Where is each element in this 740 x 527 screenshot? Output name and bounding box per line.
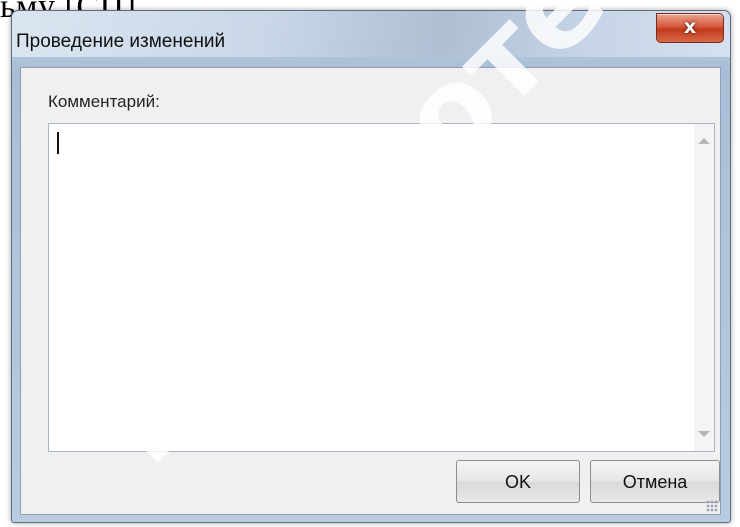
cancel-button[interactable]: Отмена (590, 460, 720, 503)
comment-label: Комментарий: (48, 92, 160, 111)
page: ьму [СП]. Проведение изменений x Коммент… (0, 0, 740, 527)
text-caret (57, 132, 59, 154)
resize-grip-icon[interactable] (706, 500, 718, 512)
vertical-scrollbar[interactable] (694, 124, 714, 451)
dialog-body: Комментарий: OK Отмена (20, 67, 721, 515)
close-button[interactable]: x (656, 13, 724, 43)
scroll-down-arrow-icon[interactable] (698, 431, 710, 437)
title-bar[interactable]: Проведение изменений x (12, 11, 730, 57)
dialog-title: Проведение изменений (16, 31, 226, 52)
scroll-up-arrow-icon[interactable] (698, 138, 710, 144)
close-icon: x (683, 16, 697, 38)
ok-button[interactable]: OK (456, 460, 580, 503)
comment-textarea[interactable] (48, 123, 715, 452)
dialog-window: Проведение изменений x Комментарий: OK О… (11, 10, 731, 523)
